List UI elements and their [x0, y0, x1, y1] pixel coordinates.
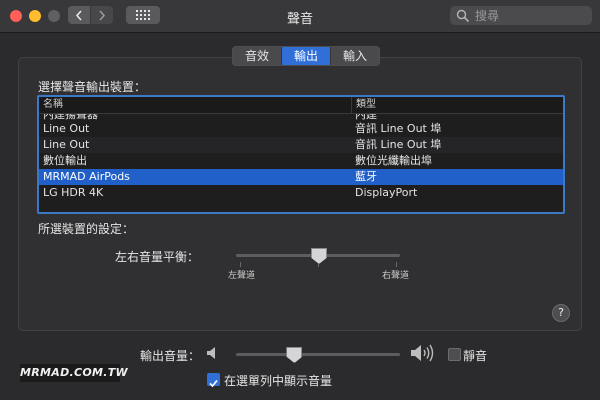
- device-name: MRMAD AirPods: [43, 170, 130, 183]
- balance-left-label: 左聲道: [228, 271, 256, 281]
- column-header-type[interactable]: 類型: [351, 97, 563, 113]
- tab-output[interactable]: 輸出: [282, 47, 332, 65]
- output-device-label: 選擇聲音輸出裝置：: [38, 80, 147, 94]
- table-row[interactable]: 內建揚聲器 內建: [39, 114, 563, 121]
- table-row[interactable]: Line Out 音訊 Line Out 埠: [39, 121, 563, 137]
- search-icon: [456, 9, 470, 22]
- volume-slider-track[interactable]: [236, 353, 400, 356]
- output-volume-label: 輸出音量：: [140, 349, 201, 363]
- volume-slider-thumb[interactable]: [286, 347, 303, 363]
- table-row-selected[interactable]: MRMAD AirPods 藍牙: [39, 169, 563, 185]
- watermark: MRMAD.COM.TW: [20, 364, 128, 382]
- speaker-high-icon: [411, 344, 434, 362]
- table-row[interactable]: Line Out 音訊 Line Out 埠: [39, 137, 563, 153]
- device-name: LG HDR 4K: [43, 186, 104, 199]
- column-header-name[interactable]: 名稱: [39, 97, 351, 113]
- device-type: 內建: [355, 114, 377, 121]
- table-row[interactable]: 數位輸出 數位光纖輸出埠: [39, 153, 563, 169]
- show-in-menubar-checkbox[interactable]: [207, 373, 220, 388]
- search-field[interactable]: [450, 6, 592, 25]
- title-bar: 聲音: [0, 0, 600, 33]
- device-settings-label: 所選裝置的設定：: [38, 222, 135, 236]
- mute-checkbox[interactable]: [448, 348, 461, 361]
- device-name: Line Out: [43, 138, 90, 151]
- balance-right-label: 右聲道: [382, 271, 410, 281]
- device-type: 藍牙: [355, 170, 377, 183]
- device-name: 數位輸出: [43, 154, 87, 167]
- help-button[interactable]: ?: [552, 304, 570, 322]
- checkmark-icon: [209, 379, 218, 388]
- tab-sound-effects[interactable]: 音效: [233, 47, 283, 65]
- device-name: Line Out: [43, 122, 90, 135]
- balance-tick-right: [396, 262, 397, 267]
- device-type: 音訊 Line Out 埠: [355, 122, 442, 135]
- show-in-menubar-label: 在選單列中顯示音量: [224, 374, 333, 388]
- device-type: 數位光纖輸出埠: [355, 154, 432, 167]
- mute-label: 靜音: [463, 349, 488, 363]
- device-name: 內建揚聲器: [43, 114, 98, 121]
- balance-tick-left: [240, 262, 241, 267]
- table-header: 名稱 類型: [39, 97, 563, 114]
- balance-label: 左右音量平衡：: [115, 250, 200, 264]
- tab-input[interactable]: 輸入: [331, 47, 379, 65]
- speaker-low-icon: [207, 347, 215, 359]
- device-table[interactable]: 名稱 類型 內建揚聲器 內建 Line Out 音訊 Line Out 埠 Li…: [37, 95, 565, 214]
- tab-bar: 音效 輸出 輸入: [232, 46, 381, 66]
- table-row[interactable]: LG HDR 4K DisplayPort: [39, 185, 563, 201]
- device-type: 音訊 Line Out 埠: [355, 138, 442, 151]
- search-input[interactable]: [473, 7, 587, 24]
- device-type: DisplayPort: [355, 186, 418, 199]
